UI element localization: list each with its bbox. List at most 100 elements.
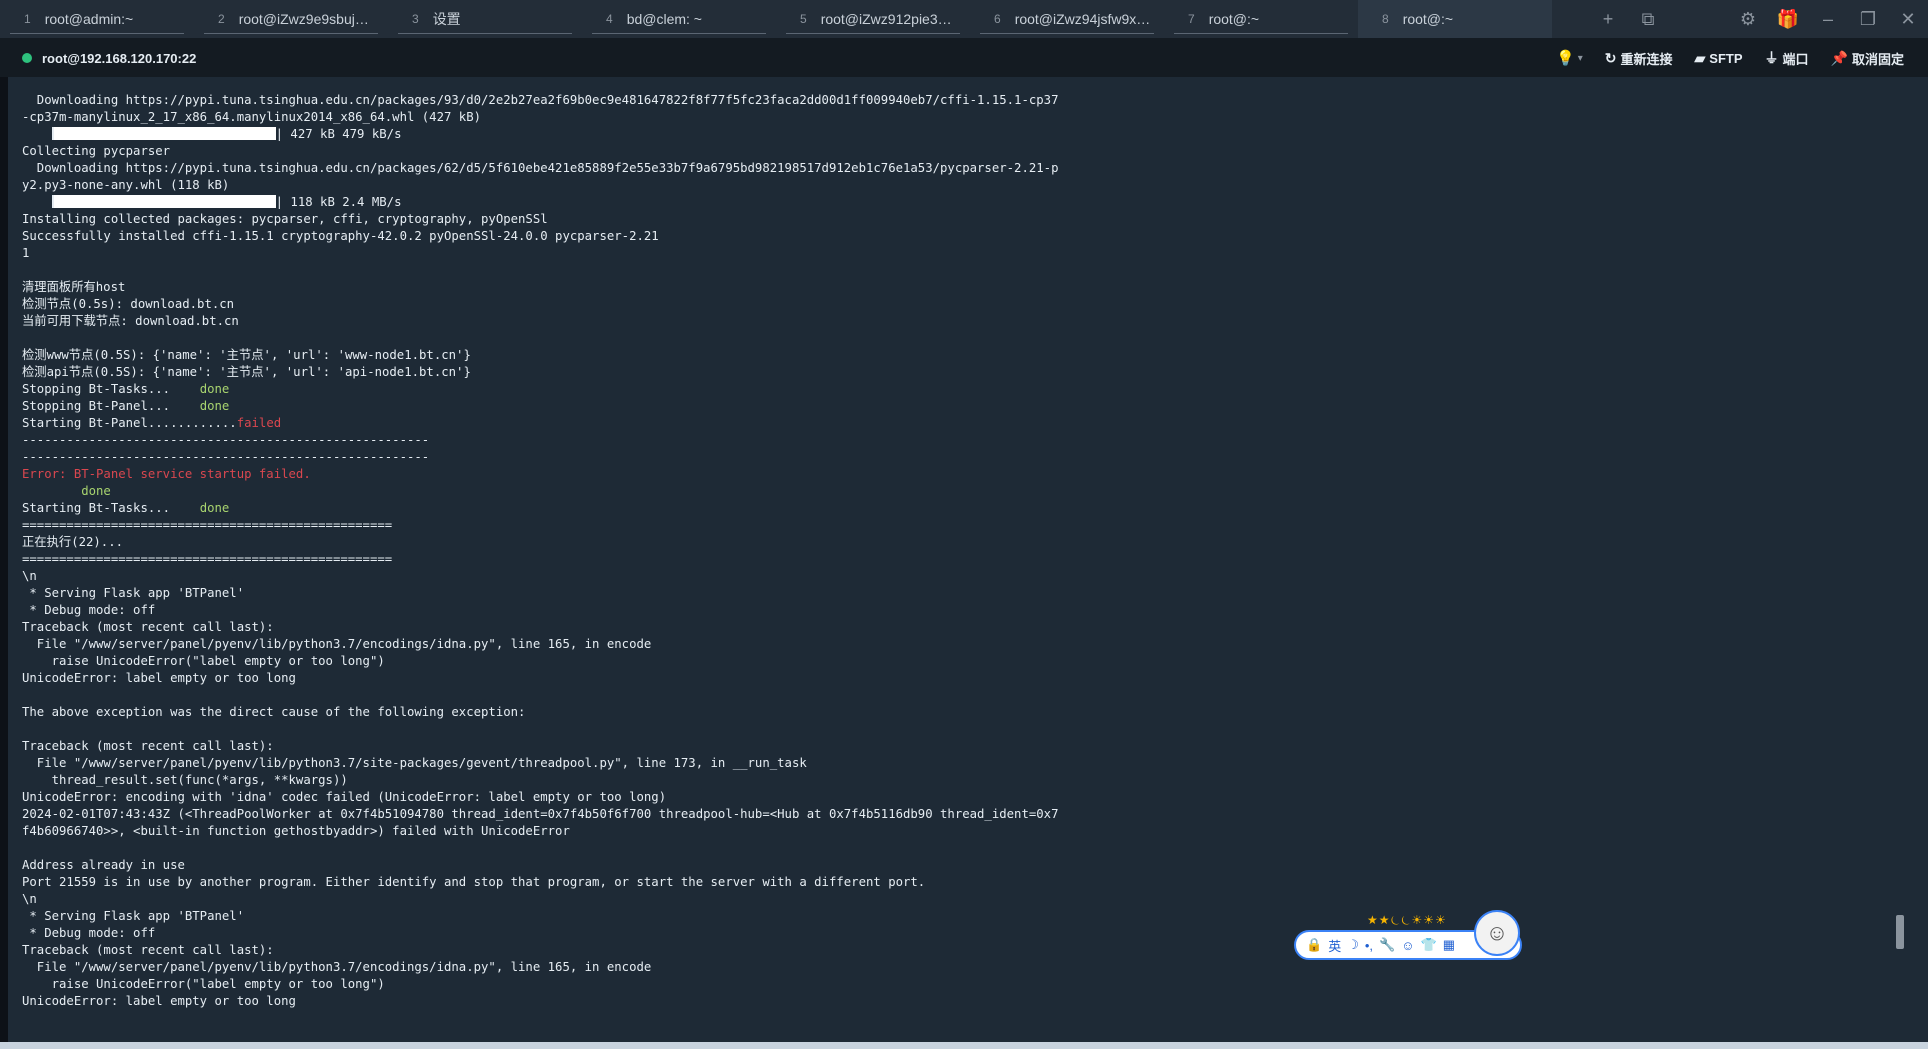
sftp-label: SFTP: [1709, 50, 1743, 66]
new-tab-icon[interactable]: +: [1588, 0, 1628, 38]
tab-6[interactable]: 6 root@iZwz94jsfw9xu...: [970, 0, 1164, 38]
session-actions: 💡 ▾ ↻ 重新连接 ▰ SFTP ⏚ 端口 📌 取消固定: [1556, 48, 1904, 68]
terminal-text: Traceback (most recent call last):: [22, 739, 274, 753]
terminal-lines: Downloading https://pypi.tuna.tsinghua.e…: [22, 92, 1058, 1010]
terminal-line: Starting Bt-Tasks... done: [22, 500, 1058, 517]
terminal-line: Traceback (most recent call last):: [22, 619, 1058, 636]
tab-title: root@iZwz912pie3v8...: [820, 11, 958, 27]
terminal-line: Starting Bt-Panel............failed: [22, 415, 1058, 432]
terminal-text: Successfully installed cffi-1.15.1 crypt…: [22, 229, 659, 243]
lightbulb-icon: 💡: [1556, 50, 1575, 67]
terminal-text: | 118 kB 2.4 MB/s: [275, 195, 402, 209]
tab-title: root@iZwz9e9sbujml...: [238, 11, 376, 27]
terminal-line: \n: [22, 568, 1058, 585]
gift-icon[interactable]: 🎁: [1768, 0, 1808, 38]
unpin-label: 取消固定: [1851, 51, 1904, 67]
terminal-line: Stopping Bt-Panel... done: [22, 398, 1058, 415]
grid-menu-icon[interactable]: ▦: [1443, 937, 1455, 953]
tab-underline: [10, 33, 184, 34]
tab-number: 4: [606, 12, 613, 26]
close-window-button[interactable]: ✕: [1888, 0, 1928, 38]
tab-2[interactable]: 2 root@iZwz9e9sbujml...: [194, 0, 388, 38]
terminal-text: ----------------------------------------…: [22, 450, 430, 464]
terminal-line: raise UnicodeError("label empty or too l…: [22, 653, 1058, 670]
tab-number: 3: [412, 12, 419, 26]
tab-title: root@:~: [1402, 11, 1454, 27]
tab-5[interactable]: 5 root@iZwz912pie3v8...: [776, 0, 970, 38]
status-word: done: [199, 399, 230, 413]
terminal-text: 1: [22, 246, 30, 260]
scrollbar-track[interactable]: [1892, 77, 1906, 1042]
terminal-line: File "/www/server/panel/pyenv/lib/python…: [22, 636, 1058, 653]
terminal-text: Stopping Bt-Tasks...: [22, 382, 200, 396]
tab-title: root@iZwz94jsfw9xu...: [1014, 11, 1152, 27]
terminal-text: * Serving Flask app 'BTPanel': [22, 586, 245, 600]
terminal-line: 检测www节点(0.5S): {'name': '主节点', 'url': 'w…: [22, 347, 1058, 364]
terminal-text: \n: [22, 569, 37, 583]
tab-7[interactable]: 7 root@:~: [1164, 0, 1358, 38]
terminal-text: | 427 kB 479 kB/s: [275, 127, 402, 141]
terminal-line: | 118 kB 2.4 MB/s: [22, 194, 1058, 211]
tab-8[interactable]: 8 root@:~: [1358, 0, 1552, 38]
terminal-text: -cp37m-manylinux_2_17_x86_64.manylinux20…: [22, 110, 482, 124]
terminal-text: UnicodeError: label empty or too long: [22, 671, 296, 685]
reconnect-button[interactable]: ↻ 重新连接: [1605, 49, 1673, 68]
tab-underline: [398, 33, 572, 34]
terminal-line: done: [22, 483, 1058, 500]
terminal-line: ----------------------------------------…: [22, 432, 1058, 449]
tab-list: 1 root@admin:~ 2 root@iZwz9e9sbujml... 3 设置 4 b…: [0, 0, 1552, 38]
terminal-line: Collecting pycparser: [22, 143, 1058, 160]
wrench-icon[interactable]: 🔧: [1379, 937, 1395, 953]
terminal-line: The above exception was the direct cause…: [22, 704, 1058, 721]
tab-3[interactable]: 3 设置: [388, 0, 582, 38]
terminal-text: 检测api节点(0.5S): {'name': '主节点', 'url': 'a…: [22, 365, 471, 379]
terminal-text: Collecting pycparser: [22, 144, 171, 158]
terminal-line: * Serving Flask app 'BTPanel': [22, 908, 1058, 925]
punctuation-toggle[interactable]: •,: [1365, 938, 1373, 953]
terminal-line: | 427 kB 479 kB/s: [22, 126, 1058, 143]
terminal-text: * Debug mode: off: [22, 603, 156, 617]
tab-4[interactable]: 4 bd@clem: ~: [582, 0, 776, 38]
status-word: done: [199, 501, 230, 515]
terminal-line: UnicodeError: label empty or too long: [22, 670, 1058, 687]
restore-button[interactable]: ❐: [1848, 0, 1888, 38]
terminal-text: Traceback (most recent call last):: [22, 620, 274, 634]
minimize-button[interactable]: –: [1808, 0, 1848, 38]
skin-icon[interactable]: 👕: [1421, 937, 1437, 953]
highlight-bulb-button[interactable]: 💡 ▾: [1556, 49, 1583, 67]
port-button[interactable]: ⏚ 端口: [1765, 48, 1809, 68]
terminal-text: ========================================…: [22, 552, 393, 566]
terminal-line: 清理面板所有host: [22, 279, 1058, 296]
terminal-line: \n: [22, 891, 1058, 908]
folder-icon: ▰: [1694, 49, 1706, 66]
terminal-text: Port 21559 is in use by another program.…: [22, 875, 926, 889]
tab-1[interactable]: 1 root@admin:~: [0, 0, 194, 38]
moon-icon[interactable]: ☽: [1347, 937, 1359, 953]
settings-gear-icon[interactable]: ⚙: [1728, 0, 1768, 38]
terminal-text: f4b60966740>>, <built-in function gethos…: [22, 824, 570, 838]
ime-avatar-icon[interactable]: ☺: [1474, 910, 1520, 956]
sftp-button[interactable]: ▰ SFTP: [1695, 50, 1743, 67]
taskbar-strip: [0, 1042, 1928, 1049]
plug-icon: ⏚: [1764, 50, 1779, 66]
terminal-output[interactable]: Downloading https://pypi.tuna.tsinghua.e…: [8, 77, 1906, 1042]
terminal-line: Stopping Bt-Tasks... done: [22, 381, 1058, 398]
terminal-text: raise UnicodeError("label empty or too l…: [22, 654, 385, 668]
terminal-text: 当前可用下载节点: download.bt.cn: [22, 314, 239, 328]
terminal-text: Traceback (most recent call last):: [22, 943, 274, 957]
emoji-icon[interactable]: ☺: [1401, 938, 1414, 953]
lock-icon[interactable]: 🔒: [1306, 937, 1322, 953]
tab-number: 8: [1382, 12, 1389, 26]
scrollbar-thumb[interactable]: [1896, 915, 1904, 949]
terminal-line: * Serving Flask app 'BTPanel': [22, 585, 1058, 602]
layout-icon[interactable]: ⧉: [1628, 0, 1668, 38]
terminal-text: 检测www节点(0.5S): {'name': '主节点', 'url': 'w…: [22, 348, 471, 362]
terminal-text: Installing collected packages: pycparser…: [22, 212, 548, 226]
tab-title: 设置: [432, 11, 461, 27]
unpin-button[interactable]: 📌 取消固定: [1831, 49, 1904, 68]
terminal-line: File "/www/server/panel/pyenv/lib/python…: [22, 755, 1058, 772]
terminal-line: UnicodeError: label empty or too long: [22, 993, 1058, 1010]
terminal-text: File "/www/server/panel/pyenv/lib/python…: [22, 637, 652, 651]
english-mode-toggle[interactable]: 英: [1328, 936, 1341, 955]
tab-underline: [786, 33, 960, 34]
